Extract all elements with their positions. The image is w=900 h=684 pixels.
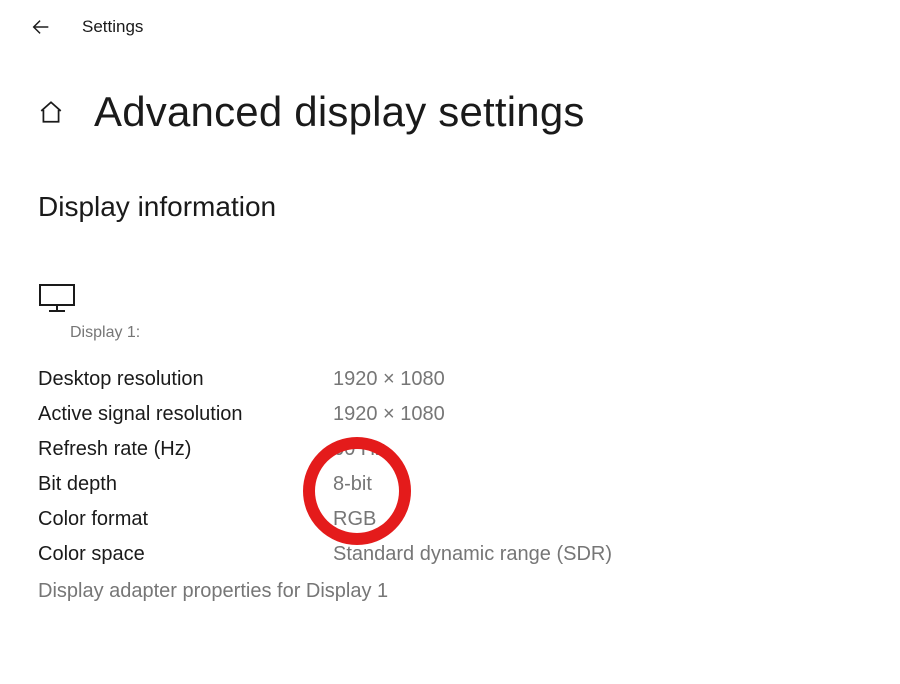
info-value: Standard dynamic range (SDR) <box>333 543 612 566</box>
info-row: Active signal resolution 1920 × 1080 <box>38 397 880 432</box>
settings-breadcrumb: Settings <box>82 17 143 37</box>
info-value: 1920 × 1080 <box>333 403 445 426</box>
info-row: Bit depth 8-bit <box>38 467 880 502</box>
info-row: Refresh rate (Hz) 60 Hz <box>38 432 880 467</box>
info-row: Color format RGB <box>38 502 880 537</box>
section-title: Display information <box>0 146 900 233</box>
display-info-table: Desktop resolution 1920 × 1080 Active si… <box>0 342 900 572</box>
back-arrow-icon[interactable] <box>30 16 52 38</box>
display-label: Display 1: <box>38 318 880 342</box>
info-value: 1920 × 1080 <box>333 368 445 391</box>
info-label: Color space <box>38 543 333 566</box>
info-value: 60 Hz <box>333 438 385 461</box>
home-icon[interactable] <box>38 99 64 125</box>
monitor-icon <box>38 283 76 318</box>
info-value: 8-bit <box>333 473 372 496</box>
info-label: Active signal resolution <box>38 403 333 426</box>
info-label: Refresh rate (Hz) <box>38 438 333 461</box>
info-row: Color space Standard dynamic range (SDR) <box>38 537 880 572</box>
info-label: Desktop resolution <box>38 368 333 391</box>
page-title: Advanced display settings <box>94 88 585 136</box>
info-value: RGB <box>333 508 376 531</box>
info-label: Bit depth <box>38 473 333 496</box>
display-adapter-link[interactable]: Display adapter properties for Display 1 <box>0 572 900 603</box>
info-row: Desktop resolution 1920 × 1080 <box>38 362 880 397</box>
info-label: Color format <box>38 508 333 531</box>
